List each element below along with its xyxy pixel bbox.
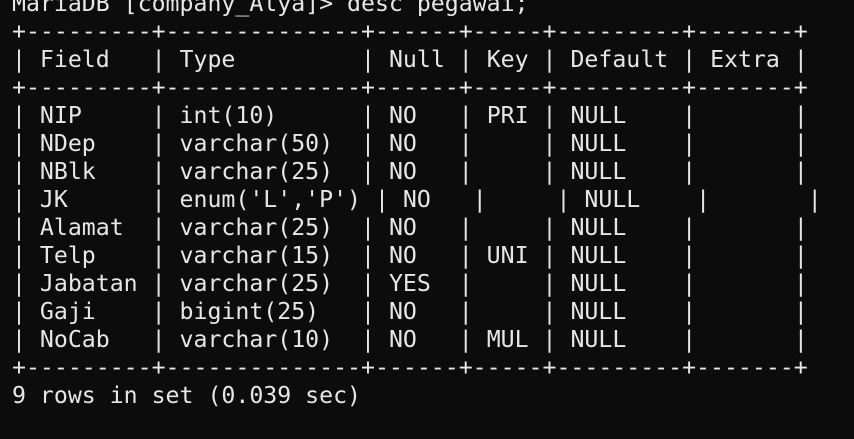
cell-field: NIP bbox=[39, 102, 82, 129]
header-extra: Extra bbox=[710, 46, 780, 73]
mariadb-prompt: MariaDB [company_Alya]> bbox=[12, 0, 348, 17]
cell-type: bigint(25) bbox=[179, 298, 320, 325]
cell-null: NO bbox=[388, 326, 417, 353]
table-header-row: | Field | Type | Null | Key | Default | … bbox=[12, 46, 808, 73]
cell-type: int(10) bbox=[179, 102, 278, 129]
cell-type: varchar(25) bbox=[179, 158, 334, 185]
cell-default: NULL bbox=[570, 130, 627, 157]
cell-key: UNI bbox=[486, 242, 529, 269]
cell-field: JK bbox=[39, 186, 68, 213]
header-default: Default bbox=[570, 46, 669, 73]
table-border-top: +---------+--------------+------+-----+-… bbox=[12, 18, 808, 45]
header-key: Key bbox=[486, 46, 529, 73]
cell-default: NULL bbox=[570, 158, 627, 185]
cell-field: Gaji bbox=[39, 298, 96, 325]
cell-key: PRI bbox=[486, 102, 529, 129]
table-border-mid: +---------+--------------+------+-----+-… bbox=[12, 74, 808, 101]
command-text: desc pegawai; bbox=[347, 0, 529, 17]
cell-default: NULL bbox=[584, 186, 641, 213]
cell-field: NoCab bbox=[39, 326, 110, 353]
cell-field: Jabatan bbox=[39, 270, 138, 297]
cell-type: varchar(25) bbox=[179, 270, 334, 297]
result-summary: 9 rows in set (0.039 sec) bbox=[12, 382, 362, 409]
cell-default: NULL bbox=[570, 102, 627, 129]
table-row: | NDep | varchar(50) | NO | | NULL | | bbox=[12, 130, 808, 157]
cell-field: Telp bbox=[39, 242, 96, 269]
cell-key: MUL bbox=[486, 326, 529, 353]
header-field: Field bbox=[39, 46, 110, 73]
terminal-output: MariaDB [company_Alya]> desc pegawai; +--… bbox=[12, 0, 822, 410]
cell-type: varchar(15) bbox=[179, 242, 334, 269]
cell-field: NBlk bbox=[39, 158, 96, 185]
table-row: | Alamat | varchar(25) | NO | | NULL | | bbox=[12, 214, 808, 241]
cell-default: NULL bbox=[570, 214, 627, 241]
cell-null: YES bbox=[388, 270, 431, 297]
cell-null: NO bbox=[402, 186, 431, 213]
cell-null: NO bbox=[388, 130, 417, 157]
cell-null: NO bbox=[388, 102, 417, 129]
cell-field: NDep bbox=[39, 130, 96, 157]
table-row: | NBlk | varchar(25) | NO | | NULL | | bbox=[12, 158, 808, 185]
cell-default: NULL bbox=[570, 242, 627, 269]
cell-field: Alamat bbox=[39, 214, 124, 241]
cell-type: varchar(10) bbox=[179, 326, 334, 353]
cell-default: NULL bbox=[570, 326, 627, 353]
cell-null: NO bbox=[388, 158, 417, 185]
header-type: Type bbox=[179, 46, 236, 73]
table-row: | Telp | varchar(15) | NO | UNI | NULL |… bbox=[12, 242, 808, 269]
table-row: | NIP | int(10) | NO | PRI | NULL | | bbox=[12, 102, 808, 129]
table-row: | NoCab | varchar(10) | NO | MUL | NULL … bbox=[12, 326, 808, 353]
table-body: | NIP | int(10) | NO | PRI | NULL | | | N… bbox=[12, 102, 822, 354]
header-null: Null bbox=[388, 46, 445, 73]
table-border-bottom: +---------+--------------+------+-----+-… bbox=[12, 354, 808, 381]
cell-default: NULL bbox=[570, 270, 627, 297]
table-row: | Gaji | bigint(25) | NO | | NULL | | bbox=[12, 298, 808, 325]
command-line: MariaDB [company_Alya]> desc pegawai; bbox=[12, 0, 822, 18]
table-row: | Jabatan | varchar(25) | YES | | NULL |… bbox=[12, 270, 808, 297]
table-row: | JK | enum('L','P') | NO | | NULL | | bbox=[12, 186, 822, 213]
cell-type: enum('L','P') bbox=[179, 186, 362, 213]
cell-null: NO bbox=[388, 242, 417, 269]
cell-null: NO bbox=[388, 214, 417, 241]
cell-null: NO bbox=[388, 298, 417, 325]
cell-default: NULL bbox=[570, 298, 627, 325]
cell-type: varchar(25) bbox=[179, 214, 334, 241]
cell-type: varchar(50) bbox=[179, 130, 334, 157]
